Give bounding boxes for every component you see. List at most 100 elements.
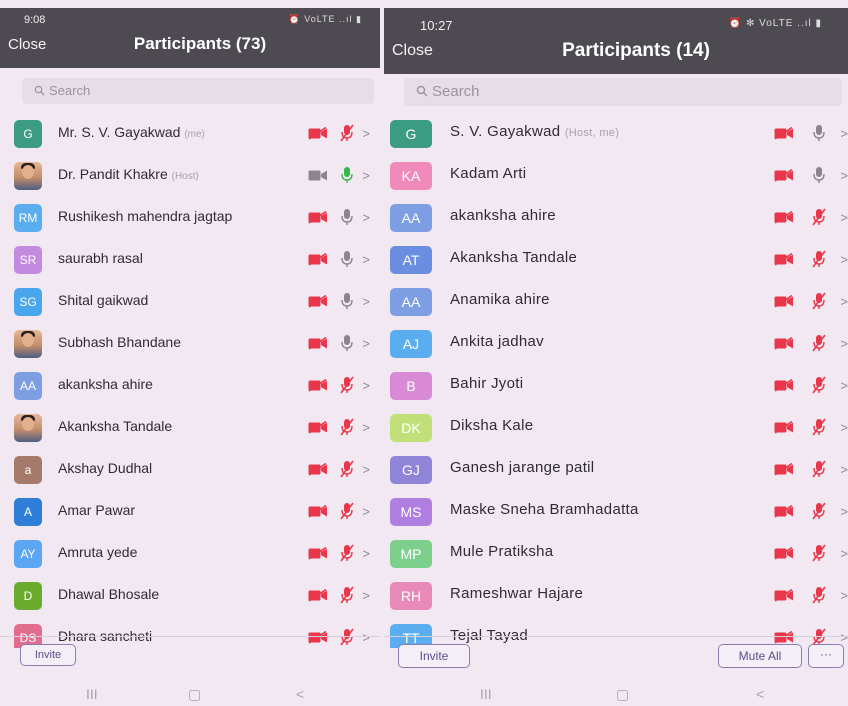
participant-row[interactable]: G Mr. S. V. Gayakwad (me) >: [0, 112, 380, 154]
participant-row[interactable]: AA akanksha ahire >: [0, 364, 380, 406]
participant-controls: >: [308, 376, 370, 394]
participant-row[interactable]: AA akanksha ahire >: [384, 196, 848, 238]
chevron-right-icon[interactable]: >: [840, 294, 848, 309]
video-off-icon: [774, 589, 794, 602]
avatar: G: [390, 120, 432, 148]
mic-muted-icon[interactable]: [340, 460, 355, 478]
mic-muted-icon[interactable]: [812, 502, 827, 520]
chevron-right-icon[interactable]: >: [840, 420, 848, 435]
recent-apps-button[interactable]: III: [480, 686, 492, 702]
participant-row[interactable]: KA Kadam Arti >: [384, 154, 848, 196]
participant-name: Bahir Jyoti: [450, 375, 523, 392]
microphone-icon[interactable]: [340, 250, 354, 268]
participant-row[interactable]: DK Diksha Kale >: [384, 406, 848, 448]
home-button[interactable]: ▢: [188, 686, 201, 703]
participant-row[interactable]: AT Akanksha Tandale >: [384, 238, 848, 280]
more-options-button[interactable]: ···: [808, 644, 844, 668]
chevron-right-icon[interactable]: >: [362, 588, 370, 603]
mic-muted-icon[interactable]: [340, 502, 355, 520]
participant-row[interactable]: MS Maske Sneha Bramhadatta >: [384, 490, 848, 532]
chevron-right-icon[interactable]: >: [840, 210, 848, 225]
search-input[interactable]: Search: [22, 78, 374, 104]
participant-row[interactable]: a Akshay Dudhal >: [0, 448, 380, 490]
participant-row[interactable]: AY Amruta yede >: [0, 532, 380, 574]
participant-list[interactable]: G S. V. Gayakwad (Host, me) > KA Kadam Arti >…: [384, 112, 848, 648]
participant-row[interactable]: AA Anamika ahire >: [384, 280, 848, 322]
microphone-icon[interactable]: [340, 166, 354, 184]
participant-row[interactable]: D Dhawal Bhosale >: [0, 574, 380, 616]
participant-row[interactable]: Subhash Bhandane >: [0, 322, 380, 364]
microphone-icon[interactable]: [812, 124, 826, 142]
back-button[interactable]: <: [756, 686, 764, 702]
mic-muted-icon[interactable]: [340, 418, 355, 436]
mic-muted-icon[interactable]: [340, 544, 355, 562]
participant-row[interactable]: G S. V. Gayakwad (Host, me) >: [384, 112, 848, 154]
invite-button[interactable]: Invite: [398, 644, 470, 668]
participant-row[interactable]: B Bahir Jyoti >: [384, 364, 848, 406]
chevron-right-icon[interactable]: >: [840, 252, 848, 267]
participant-list[interactable]: G Mr. S. V. Gayakwad (me) > Dr. Pandit Khak…: [0, 112, 380, 648]
chevron-right-icon[interactable]: >: [840, 630, 848, 645]
microphone-icon[interactable]: [340, 208, 354, 226]
microphone-icon[interactable]: [340, 334, 354, 352]
home-button[interactable]: ▢: [616, 686, 629, 703]
participant-name: Shital gaikwad: [58, 292, 148, 308]
chevron-right-icon[interactable]: >: [362, 378, 370, 393]
chevron-right-icon[interactable]: >: [840, 588, 848, 603]
chevron-right-icon[interactable]: >: [840, 336, 848, 351]
participant-row[interactable]: AJ Ankita jadhav >: [384, 322, 848, 364]
chevron-right-icon[interactable]: >: [362, 126, 370, 141]
chevron-right-icon[interactable]: >: [840, 504, 848, 519]
chevron-right-icon[interactable]: >: [362, 252, 370, 267]
mic-muted-icon[interactable]: [812, 208, 827, 226]
participant-row[interactable]: GJ Ganesh jarange patil >: [384, 448, 848, 490]
back-button[interactable]: <: [296, 686, 304, 702]
chevron-right-icon[interactable]: >: [362, 210, 370, 225]
status-bar: 10:27 ⏰ ✻ VoLTE ..ıl ▮: [384, 8, 848, 36]
chevron-right-icon[interactable]: >: [840, 168, 848, 183]
chevron-right-icon[interactable]: >: [840, 378, 848, 393]
participant-row[interactable]: RH Rameshwar Hajare >: [384, 574, 848, 616]
mic-muted-icon[interactable]: [812, 544, 827, 562]
mic-muted-icon[interactable]: [812, 460, 827, 478]
chevron-right-icon[interactable]: >: [362, 336, 370, 351]
participant-controls: >: [774, 418, 848, 436]
participant-row[interactable]: SG Shital gaikwad >: [0, 280, 380, 322]
participant-row[interactable]: A Amar Pawar >: [0, 490, 380, 532]
chevron-right-icon[interactable]: >: [362, 630, 370, 645]
mute-all-button[interactable]: Mute All: [718, 644, 802, 668]
participant-row[interactable]: SR saurabh rasal >: [0, 238, 380, 280]
chevron-right-icon[interactable]: >: [840, 546, 848, 561]
mic-muted-icon[interactable]: [812, 586, 827, 604]
mic-muted-icon[interactable]: [340, 376, 355, 394]
chevron-right-icon[interactable]: >: [840, 462, 848, 477]
chevron-right-icon[interactable]: >: [362, 504, 370, 519]
microphone-icon[interactable]: [812, 166, 826, 184]
mic-muted-icon[interactable]: [812, 292, 827, 310]
microphone-icon[interactable]: [340, 292, 354, 310]
participant-row[interactable]: MP Mule Pratiksha >: [384, 532, 848, 574]
participant-row[interactable]: Dr. Pandit Khakre (Host) >: [0, 154, 380, 196]
recent-apps-button[interactable]: III: [86, 686, 98, 702]
mic-muted-icon[interactable]: [812, 376, 827, 394]
mic-muted-icon[interactable]: [812, 418, 827, 436]
participant-row[interactable]: Akanksha Tandale >: [0, 406, 380, 448]
chevron-right-icon[interactable]: >: [362, 294, 370, 309]
chevron-right-icon[interactable]: >: [840, 126, 848, 141]
participant-row[interactable]: RM Rushikesh mahendra jagtap >: [0, 196, 380, 238]
video-off-icon: [308, 295, 328, 308]
search-input[interactable]: Search: [404, 78, 842, 106]
invite-button[interactable]: Invite: [20, 644, 76, 666]
participant-name: Subhash Bhandane: [58, 334, 181, 350]
chevron-right-icon[interactable]: >: [362, 462, 370, 477]
participant-name: Dr. Pandit Khakre (Host): [58, 166, 199, 182]
chevron-right-icon[interactable]: >: [362, 546, 370, 561]
chevron-right-icon[interactable]: >: [362, 420, 370, 435]
avatar: DK: [390, 414, 432, 442]
mic-muted-icon[interactable]: [812, 250, 827, 268]
participant-name-text: Mr. S. V. Gayakwad: [58, 124, 181, 140]
mic-muted-icon[interactable]: [340, 586, 355, 604]
mic-muted-icon[interactable]: [812, 334, 827, 352]
mic-muted-icon[interactable]: [340, 124, 355, 142]
chevron-right-icon[interactable]: >: [362, 168, 370, 183]
